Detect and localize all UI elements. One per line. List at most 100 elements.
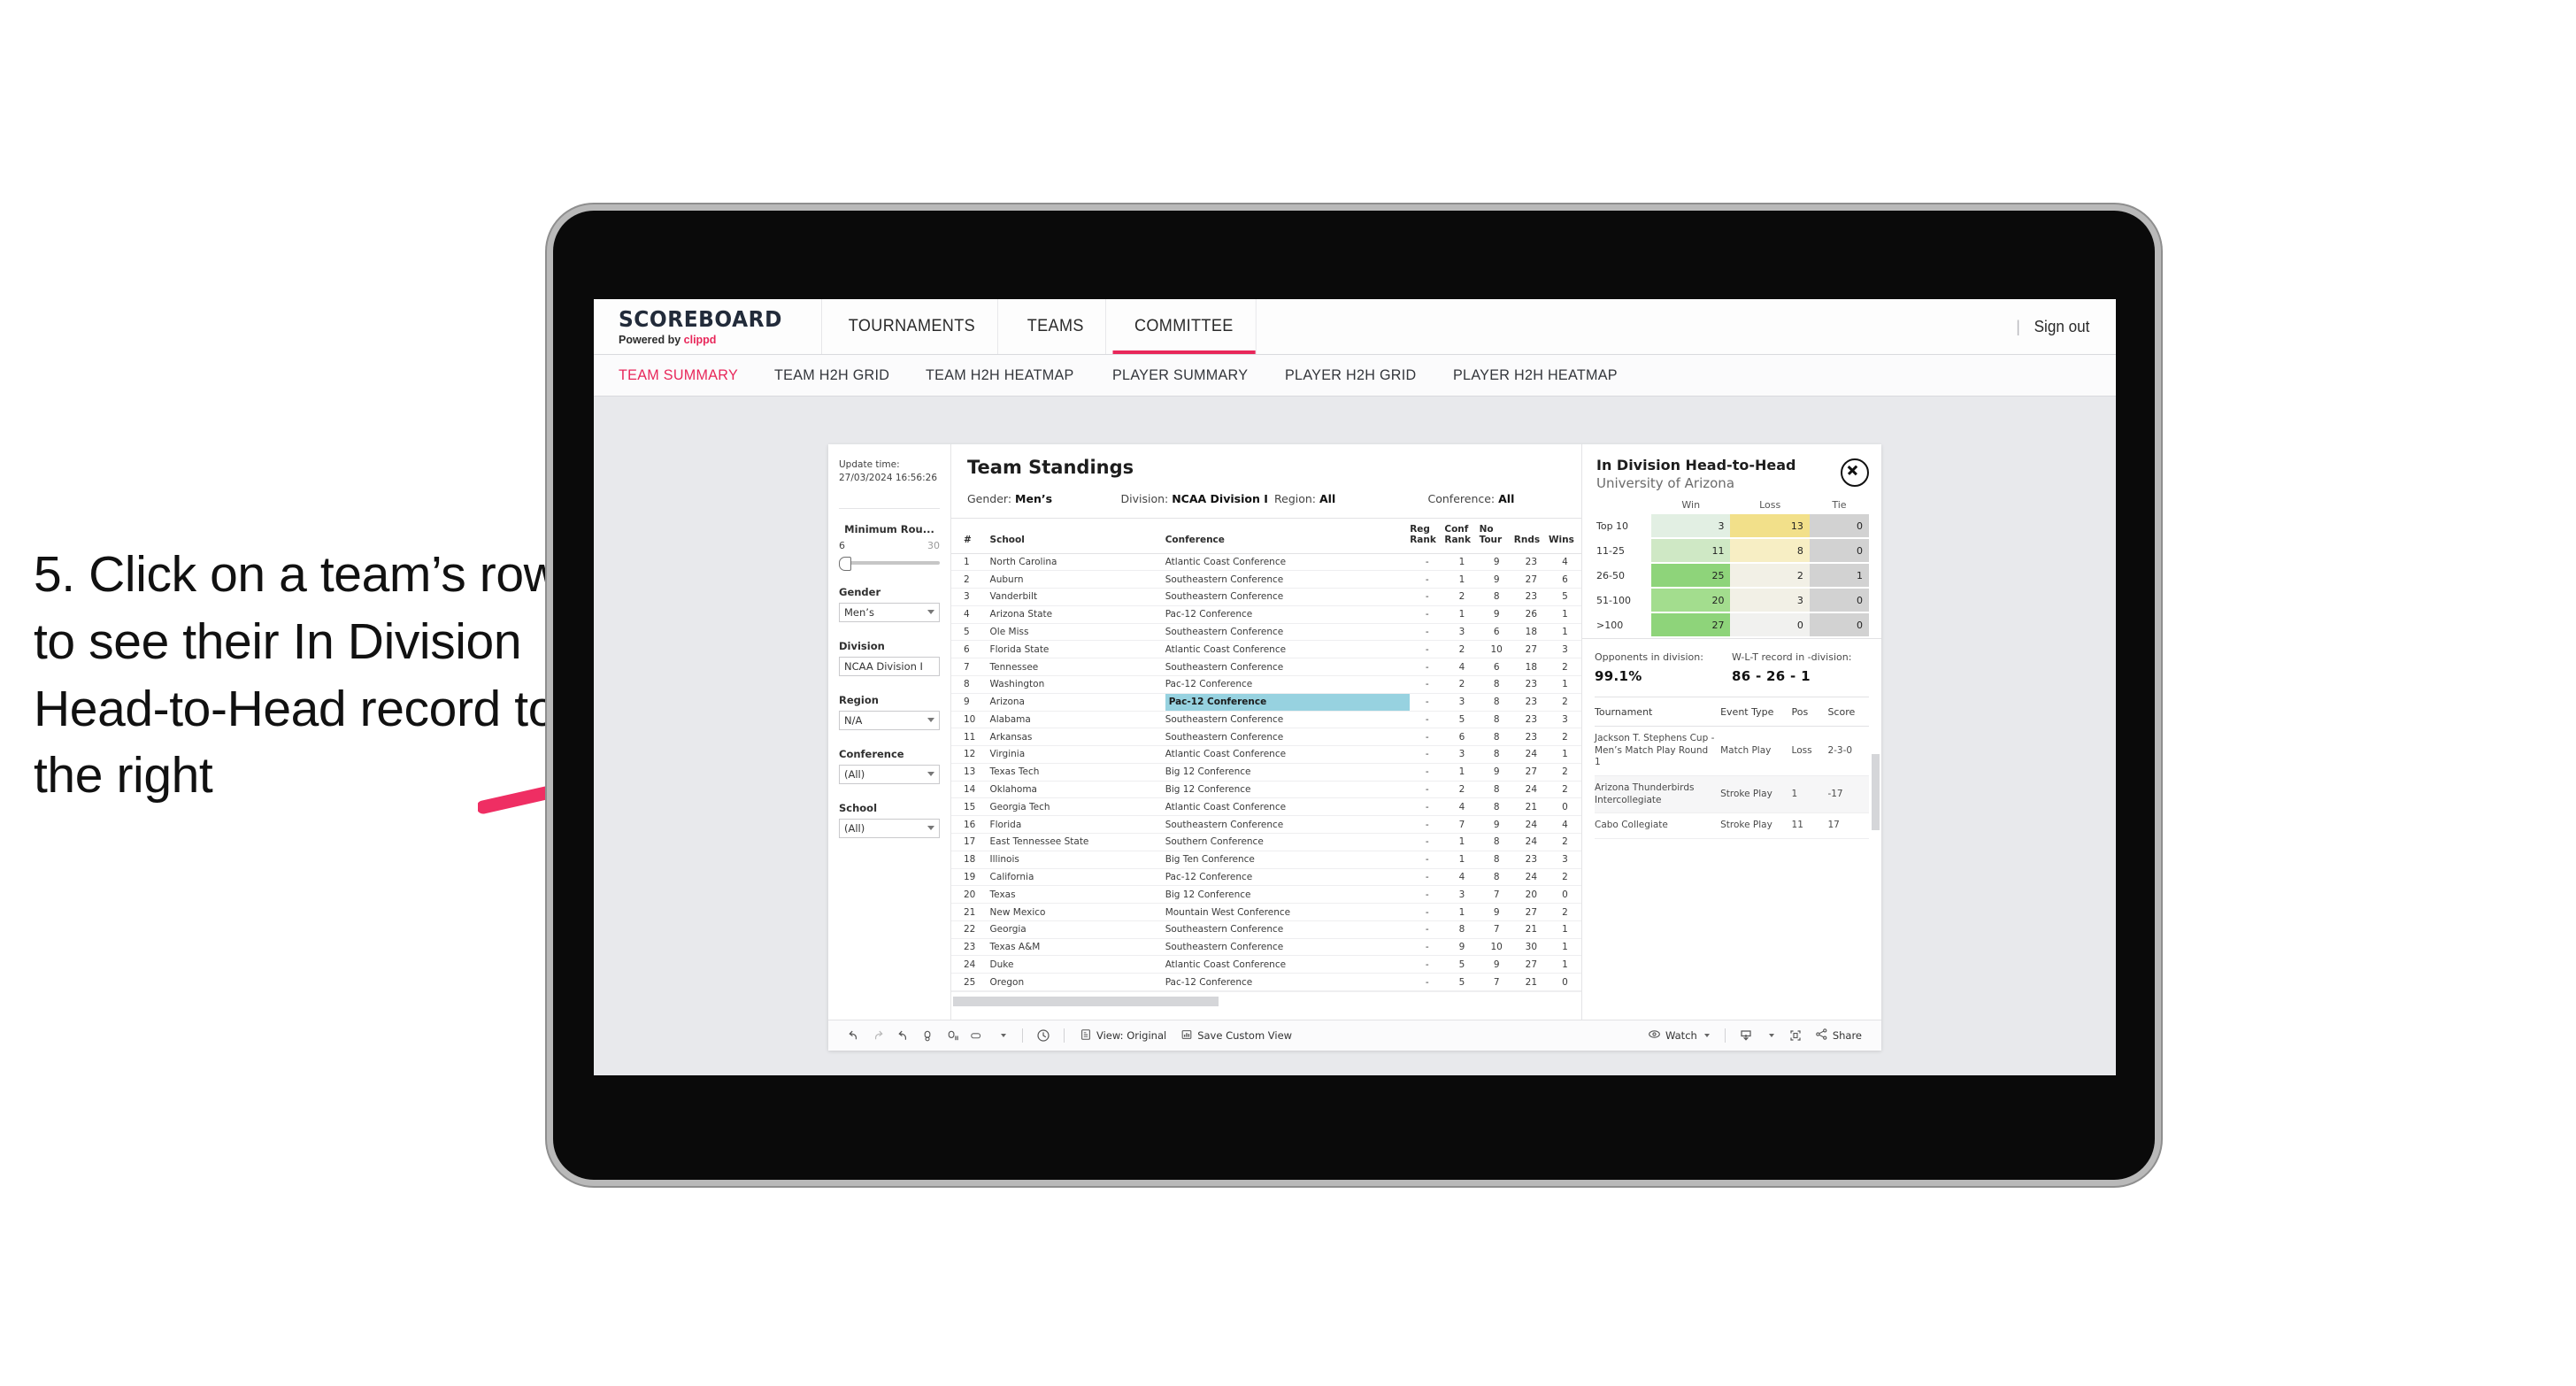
share-button[interactable]: Share <box>1808 1028 1869 1043</box>
school-cell: Illinois <box>989 851 1165 869</box>
table-row[interactable]: 13 Texas Tech Big 12 Conference -1 9 27 2 <box>951 763 1581 782</box>
table-row[interactable]: 16 Florida Southeastern Conference -7 9 24 4 <box>951 815 1581 834</box>
col-rank[interactable]: # <box>951 519 990 554</box>
brand-logo[interactable]: SCOREBOARD Powered by clippd <box>594 299 822 354</box>
rnds-cell: 24 <box>1513 868 1549 887</box>
undo-icon[interactable] <box>841 1026 865 1045</box>
fullscreen-icon[interactable] <box>1783 1026 1808 1045</box>
view-original-button[interactable]: View: Original <box>1073 1028 1173 1043</box>
download-chevron-icon[interactable] <box>1758 1026 1783 1045</box>
standings-scroll-shelf <box>951 991 1581 1012</box>
table-row[interactable]: 15 Georgia Tech Atlantic Coast Conference -… <box>951 797 1581 817</box>
col-no-tour[interactable]: No Tour <box>1479 519 1514 554</box>
col-pos[interactable]: Pos <box>1791 697 1828 727</box>
tab-team-h2h-heatmap[interactable]: TEAM H2H HEATMAP <box>926 366 1074 384</box>
col-wins[interactable]: Wins <box>1548 519 1581 554</box>
conference-select[interactable]: (All) <box>839 765 940 785</box>
col-school[interactable]: School <box>989 519 1165 554</box>
table-row[interactable]: 12 Virginia Atlantic Coast Conference -3 8 24… <box>951 745 1581 764</box>
heatmap-row[interactable]: Top 10 3 13 0 <box>1595 514 1869 539</box>
team-standings-panel: Team Standings Gender: Men’s Division: N… <box>951 444 1581 1020</box>
col-conference[interactable]: Conference <box>1165 519 1411 554</box>
slider-knob[interactable] <box>839 557 851 572</box>
refresh-data-icon[interactable] <box>915 1026 940 1045</box>
conference-cell: Southeastern Conference <box>1165 938 1411 957</box>
table-row[interactable]: 2 Auburn Southeastern Conference -1 9 27 6 <box>951 570 1581 589</box>
table-row[interactable]: 14 Oklahoma Big 12 Conference -2 8 24 2 <box>951 781 1581 799</box>
table-row[interactable]: 24 Duke Atlantic Coast Conference -5 9 27 1 <box>951 955 1581 974</box>
table-row[interactable]: 8 Washington Pac-12 Conference -2 8 23 1 <box>951 675 1581 694</box>
col-rnds[interactable]: Rnds <box>1513 519 1549 554</box>
tournaments-header-row: Tournament Event Type Pos Score <box>1595 697 1869 727</box>
list-item[interactable]: Arizona Thunderbirds Intercollegiate Stro… <box>1595 775 1869 814</box>
redo-icon[interactable] <box>865 1026 890 1045</box>
table-row[interactable]: 11 Arkansas Southeastern Conference -6 8 23 2 <box>951 728 1581 747</box>
school-cell: East Tennessee State <box>989 833 1165 851</box>
rank-cell: 1 <box>951 553 990 572</box>
col-event-type[interactable]: Event Type <box>1720 697 1792 727</box>
minimum-rounds-slider[interactable] <box>839 556 940 572</box>
heatmap-row[interactable]: 51-100 20 3 0 <box>1595 588 1869 613</box>
save-custom-view-button[interactable]: Save Custom View <box>1173 1028 1299 1043</box>
score-cell: -17 <box>1827 775 1869 814</box>
reg-rank-cell: - <box>1410 920 1445 939</box>
division-select[interactable]: NCAA Division I <box>839 657 940 677</box>
col-reg-rank[interactable]: Reg Rank <box>1410 519 1445 554</box>
table-row[interactable]: 25 Oregon Pac-12 Conference -5 7 21 0 <box>951 973 1581 992</box>
table-row[interactable]: 4 Arizona State Pac-12 Conference -1 9 26 1 <box>951 605 1581 624</box>
nav-tournaments[interactable]: TOURNAMENTS <box>827 299 998 354</box>
device-layout-icon[interactable] <box>965 1026 989 1045</box>
table-row[interactable]: 20 Texas Big 12 Conference -3 7 20 0 <box>951 885 1581 905</box>
tab-player-h2h-heatmap[interactable]: PLAYER H2H HEATMAP <box>1453 366 1618 384</box>
heatmap-row[interactable]: 26-50 25 2 1 <box>1595 563 1869 589</box>
revert-icon[interactable] <box>890 1026 915 1045</box>
tab-player-h2h-grid[interactable]: PLAYER H2H GRID <box>1285 366 1416 384</box>
heatmap-row[interactable]: 11-25 11 8 0 <box>1595 538 1869 564</box>
table-row[interactable]: 1 North Carolina Atlantic Coast Conference… <box>951 553 1581 572</box>
nav-committee[interactable]: COMMITTEE <box>1112 299 1257 354</box>
h2h-vertical-scrollbar[interactable] <box>1872 753 1880 830</box>
table-row[interactable]: 19 California Pac-12 Conference -4 8 24 2 <box>951 868 1581 887</box>
table-row[interactable]: 9 Arizona Pac-12 Conference -3 8 23 2 <box>951 693 1581 712</box>
table-row[interactable]: 7 Tennessee Southeastern Conference -4 6 18 2 <box>951 658 1581 676</box>
table-row[interactable]: 18 Illinois Big Ten Conference -1 8 23 3 <box>951 851 1581 869</box>
conf-rank-cell: 3 <box>1444 693 1480 712</box>
device-layout-chevron-icon[interactable] <box>989 1026 1014 1045</box>
pause-updates-icon[interactable] <box>940 1026 965 1045</box>
list-item[interactable]: Jackson T. Stephens Cup - Men’s Match Pl… <box>1595 726 1869 776</box>
table-row[interactable]: 23 Texas A&M Southeastern Conference -9 10 30… <box>951 938 1581 957</box>
sign-out-link[interactable]: Sign out <box>2034 318 2090 336</box>
tab-team-h2h-grid[interactable]: TEAM H2H GRID <box>774 366 889 384</box>
list-item[interactable]: Cabo Collegiate Stroke Play 11 17 <box>1595 812 1869 839</box>
reg-rank-cell: - <box>1410 797 1445 817</box>
watch-button[interactable]: Watch <box>1641 1028 1717 1043</box>
h2h-scroll-shelf <box>1582 753 1881 1020</box>
heatmap-row[interactable]: >100 27 0 0 <box>1595 612 1869 638</box>
conf-rank-cell: 3 <box>1444 745 1480 764</box>
school-select[interactable]: (All) <box>839 819 940 839</box>
gender-select[interactable]: Men’s <box>839 603 940 623</box>
table-row[interactable]: 10 Alabama Southeastern Conference -5 8 23 3 <box>951 711 1581 729</box>
horizontal-scrollbar[interactable] <box>953 997 1219 1007</box>
pos-cell: 1 <box>1791 775 1828 814</box>
nav-teams[interactable]: TEAMS <box>1005 299 1107 354</box>
h2h-titles: In Division Head-to-Head University of A… <box>1596 457 1796 491</box>
table-row[interactable]: 17 East Tennessee State Southern Conferenc… <box>951 833 1581 851</box>
tab-player-summary[interactable]: PLAYER SUMMARY <box>1112 366 1248 384</box>
table-row[interactable]: 5 Ole Miss Southeastern Conference -3 6 18 1 <box>951 623 1581 642</box>
download-icon[interactable] <box>1734 1026 1758 1045</box>
col-tournament[interactable]: Tournament <box>1595 697 1721 727</box>
col-conf-rank[interactable]: Conf Rank <box>1444 519 1480 554</box>
wins-cell: 6 <box>1548 570 1581 589</box>
region-select[interactable]: N/A <box>839 711 940 731</box>
history-icon[interactable] <box>1031 1026 1056 1045</box>
close-circle-icon[interactable] <box>1841 458 1869 487</box>
tab-team-summary[interactable]: TEAM SUMMARY <box>619 366 738 384</box>
col-score[interactable]: Score <box>1827 697 1869 727</box>
meta-region: Region: All <box>1274 492 1428 505</box>
table-row[interactable]: 22 Georgia Southeastern Conference -8 7 21 1 <box>951 920 1581 939</box>
table-row[interactable]: 3 Vanderbilt Southeastern Conference -2 8 23 5 <box>951 588 1581 606</box>
table-row[interactable]: 21 New Mexico Mountain West Conference -1 9 2… <box>951 903 1581 921</box>
brand-title: SCOREBOARD <box>619 305 782 332</box>
table-row[interactable]: 6 Florida State Atlantic Coast Conference -… <box>951 640 1581 659</box>
